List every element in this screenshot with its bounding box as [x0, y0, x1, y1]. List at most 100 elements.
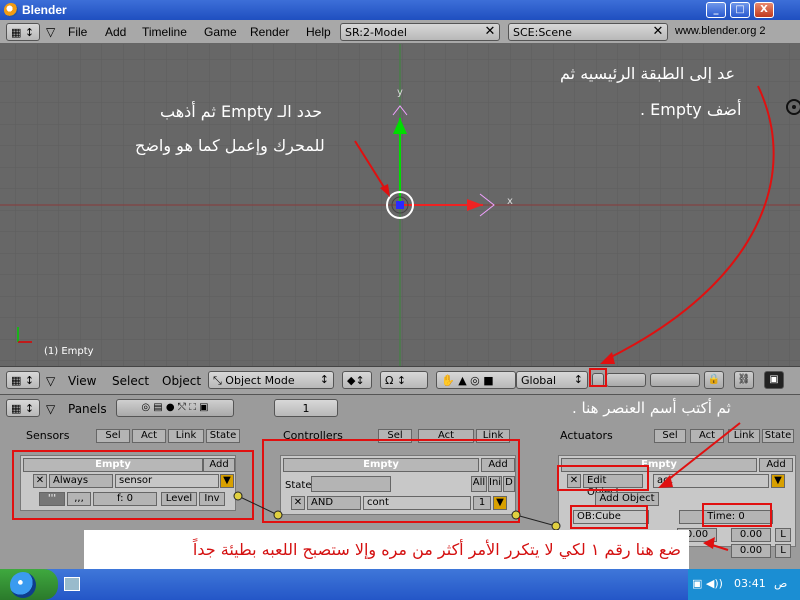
info-header: ▦ ↕ ▽ File Add Timeline Game Render Help… — [0, 20, 800, 44]
tray-icons[interactable]: ▣ ◀)) — [692, 577, 723, 590]
editor-type-menu[interactable]: ▦ ↕ — [6, 371, 40, 389]
maximize-button[interactable]: □ — [730, 2, 750, 18]
actuators-tab-state[interactable]: State — [762, 429, 794, 443]
editor-type-menu-2[interactable]: ▦ ↕ — [6, 399, 40, 417]
orientation-selector[interactable]: Global ↕ — [516, 371, 588, 389]
sensor-add-button[interactable]: Add — [203, 458, 235, 472]
controller-add-button[interactable]: Add — [481, 458, 515, 472]
time-field[interactable]: Time: 0 — [679, 510, 773, 524]
scene-name: SCE:Scene — [513, 26, 572, 39]
local-toggle-2[interactable]: L — [775, 544, 791, 558]
pulse-true-button[interactable]: ''' — [39, 492, 65, 506]
controllers-tab-sel[interactable]: Sel — [378, 429, 412, 443]
close-button[interactable]: X — [754, 2, 774, 18]
menu-select[interactable]: Select — [112, 374, 149, 388]
controller-delete-icon[interactable]: ✕ — [291, 496, 305, 510]
actuators-tab-link[interactable]: Link — [728, 429, 760, 443]
controller-priority-field[interactable]: 1 — [473, 496, 491, 510]
quicklaunch-desktop-icon[interactable] — [64, 577, 80, 591]
frequency-field[interactable]: f: 0 — [93, 492, 157, 506]
window-titlebar: Blender _ □ X — [0, 0, 800, 20]
blender-site-link[interactable]: www.blender.org 2 — [675, 25, 766, 37]
taskbar: ▣ ◀)) 03:41 ص — [0, 569, 800, 600]
empty-object-center[interactable] — [396, 201, 404, 209]
sensor-delete-icon[interactable]: ✕ — [33, 474, 47, 488]
sensor-object-name: Empty — [23, 458, 203, 472]
x-axis-label: x — [507, 196, 513, 207]
context-buttons[interactable]: ◎ ▤ ● ⤲ ⛶ ▣ — [116, 399, 234, 417]
sensors-tab-sel[interactable]: Sel — [96, 429, 130, 443]
menu-game[interactable]: Game — [204, 25, 237, 39]
window-type-menu[interactable]: ▦ ↕ — [6, 23, 40, 41]
layer-buttons-group-b[interactable] — [650, 373, 700, 387]
menu-object[interactable]: Object — [162, 374, 201, 388]
link-icon[interactable]: ⛓ — [734, 371, 754, 389]
menu-file[interactable]: File — [68, 25, 87, 39]
invert-button[interactable]: Inv — [199, 492, 225, 506]
sensors-tab-state[interactable]: State — [206, 429, 240, 443]
menu-view[interactable]: View — [68, 374, 96, 388]
clock-time: 03:41 — [734, 577, 766, 590]
frame-number-field[interactable]: 1 — [274, 399, 338, 417]
actuator-type-menu[interactable]: Edit Object — [583, 474, 643, 498]
scene-selector[interactable]: SCE:Scene — [508, 23, 668, 41]
controllers-tab-act[interactable]: Act — [418, 429, 474, 443]
mode-selector[interactable]: ⤡ Object Mode ↕ — [208, 371, 334, 389]
sensor-type-menu[interactable]: Always — [49, 474, 113, 488]
scene-delete-icon[interactable]: ✕ — [650, 24, 666, 40]
actuator-collapse-icon[interactable]: ▼ — [771, 474, 785, 488]
level-button[interactable]: Level — [161, 492, 197, 506]
mode-icon: ⤡ — [213, 374, 226, 387]
controller-name-field[interactable]: cont — [363, 496, 471, 510]
collapse-icon[interactable]: ▽ — [46, 25, 55, 39]
state-label: State — [285, 480, 312, 491]
render-icon[interactable]: ▣ — [764, 371, 784, 389]
lock-icon[interactable]: 🔒 — [704, 371, 724, 389]
sensor-collapse-icon[interactable]: ▼ — [220, 474, 234, 488]
edit-object-mode-menu[interactable]: Add Object — [595, 492, 659, 506]
collapse-icon[interactable]: ▽ — [46, 374, 55, 388]
layer-1-button[interactable] — [592, 373, 604, 387]
controller-collapse-icon[interactable]: ▼ — [493, 496, 507, 510]
menu-render[interactable]: Render — [250, 25, 289, 39]
manipulator-buttons[interactable]: ✋ ▲ ◎ ■ — [436, 371, 516, 389]
actuators-tab-act[interactable]: Act — [690, 429, 724, 443]
collapse-icon[interactable]: ▽ — [46, 402, 55, 416]
controller-panel: Empty Add State All Ini D ✕ AND cont 1 ▼ — [280, 455, 516, 515]
state-ini-button[interactable]: Ini — [488, 476, 502, 492]
velocity-field-2[interactable]: 0.00 — [731, 528, 771, 542]
menu-help[interactable]: Help — [306, 25, 331, 39]
actuator-add-button[interactable]: Add — [759, 458, 793, 472]
sensors-tab-link[interactable]: Link — [168, 429, 204, 443]
menu-add[interactable]: Add — [105, 25, 126, 39]
state-d-button[interactable]: D — [503, 476, 515, 492]
3d-viewport[interactable]: y x (1) Empty حدد الـ Empty ثم أذهب للمح… — [0, 44, 800, 366]
sensor-name-field[interactable]: sensor — [115, 474, 219, 488]
screen-selector[interactable]: SR:2-Model — [340, 23, 500, 41]
actuator-name-field[interactable]: act — [653, 474, 769, 488]
controllers-tab-link[interactable]: Link — [476, 429, 510, 443]
add-object-field[interactable]: OB:Cube — [573, 510, 649, 524]
actuators-tab-sel[interactable]: Sel — [654, 429, 686, 443]
screen-name: SR:2-Model — [345, 26, 407, 39]
controller-type-menu[interactable]: AND — [307, 496, 361, 510]
sensors-heading: Sensors — [26, 429, 70, 442]
local-toggle-1[interactable]: L — [775, 528, 791, 542]
annotation-right-line2: أضف Empty . — [640, 100, 742, 119]
start-button[interactable] — [0, 569, 58, 600]
sensor-panel: Empty Add ✕ Always sensor ▼ ''' ,,, f: 0… — [20, 455, 236, 511]
state-all-button[interactable]: All — [471, 476, 487, 492]
pivot-menu[interactable]: Ω ↕ — [380, 371, 428, 389]
draw-type-menu[interactable]: ◆↕ — [342, 371, 372, 389]
minimize-button[interactable]: _ — [706, 2, 726, 18]
sensors-tab-act[interactable]: Act — [132, 429, 166, 443]
y-axis-label: y — [397, 87, 403, 98]
menu-timeline[interactable]: Timeline — [142, 25, 187, 39]
pulse-false-button[interactable]: ,,, — [67, 492, 91, 506]
state-grid[interactable] — [311, 476, 391, 492]
actuator-delete-icon[interactable]: ✕ — [567, 474, 581, 488]
velocity-field-3[interactable]: 0.00 — [731, 544, 771, 558]
screen-delete-icon[interactable]: ✕ — [482, 24, 498, 40]
layer-buttons-group-a[interactable] — [606, 373, 646, 387]
sensor-to-controller-wire — [237, 495, 279, 516]
